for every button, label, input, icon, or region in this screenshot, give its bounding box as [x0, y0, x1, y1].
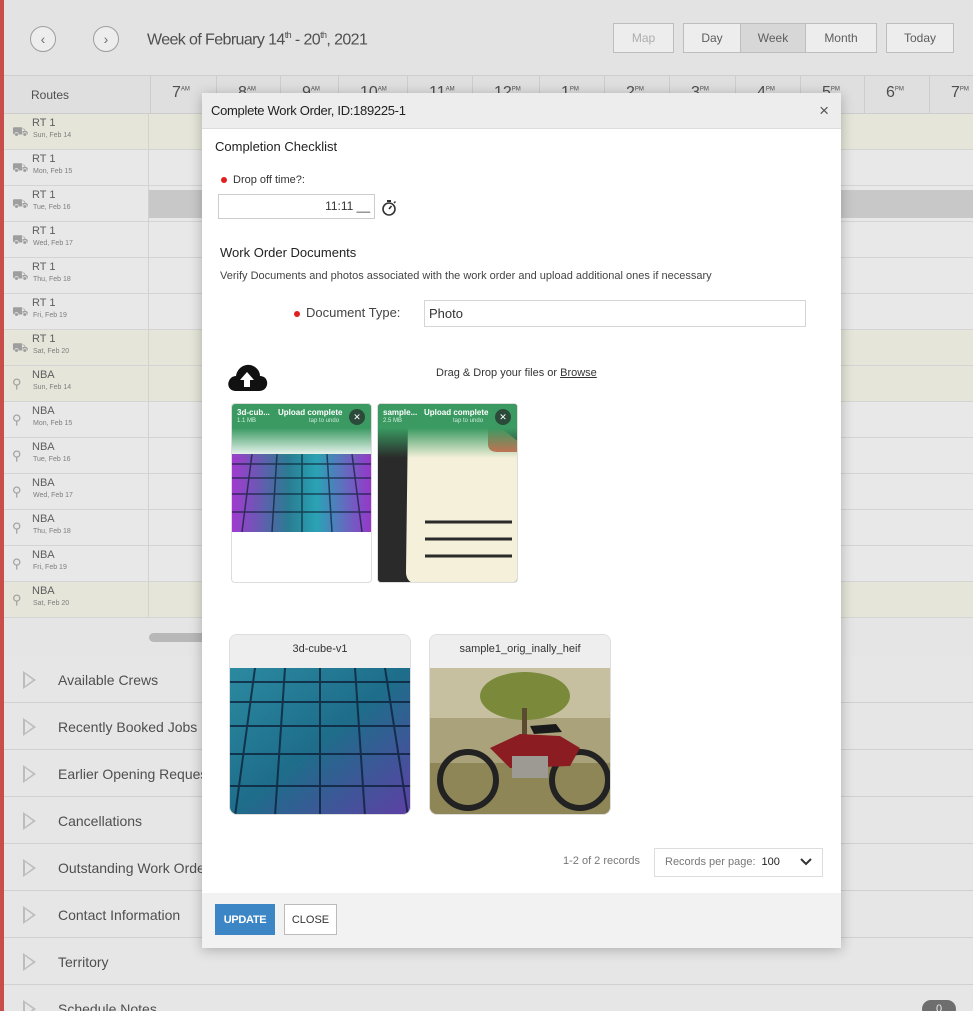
- dropoff-label: Drop off time?:: [221, 174, 305, 186]
- dropoff-time-input[interactable]: 11:11 __: [218, 194, 375, 219]
- upload-item-sample: sample... 2.5 MB Upload complete tap to …: [377, 403, 518, 583]
- document-thumbnail-card[interactable]: sample1_orig_inally_heif: [429, 634, 611, 815]
- thumbnail-title: 3d-cube-v1: [230, 635, 410, 668]
- checklist-title: Completion Checklist: [215, 139, 338, 154]
- documents-title: Work Order Documents: [220, 245, 357, 260]
- drop-zone-text: Drag & Drop your files or Browse: [436, 367, 597, 379]
- chevron-down-icon: [800, 858, 812, 866]
- thumbnail-title: sample1_orig_inally_heif: [430, 635, 610, 668]
- upload-file-size: 1.1 MB: [237, 418, 257, 424]
- documents-description: Verify Documents and photos associated w…: [220, 270, 712, 282]
- upload-file-name: sample...: [383, 408, 418, 417]
- required-indicator: [294, 310, 300, 317]
- upload-undo-hint[interactable]: tap to undo: [309, 418, 339, 424]
- document-type-select[interactable]: Photo: [424, 300, 806, 327]
- motorcycle-thumbnail-image: [430, 668, 610, 814]
- cube-thumbnail-image: [230, 668, 410, 814]
- complete-work-order-modal: Complete Work Order, ID:189225-1 × Compl…: [202, 93, 841, 948]
- close-icon[interactable]: ×: [819, 101, 829, 121]
- close-icon: ✕: [499, 412, 507, 422]
- upload-status-text: Upload complete: [278, 408, 343, 417]
- close-icon: ✕: [353, 412, 361, 422]
- remove-upload-button[interactable]: ✕: [495, 409, 511, 425]
- browse-link[interactable]: Browse: [560, 367, 597, 379]
- document-type-label: Document Type:: [294, 305, 400, 320]
- upload-status-text: Upload complete: [424, 408, 489, 417]
- required-indicator: [221, 177, 227, 184]
- remove-upload-button[interactable]: ✕: [349, 409, 365, 425]
- modal-footer: UPDATE CLOSE: [202, 893, 841, 948]
- close-button[interactable]: CLOSE: [284, 904, 337, 935]
- upload-status-fade: [378, 428, 517, 458]
- records-per-page-select[interactable]: Records per page: 100: [654, 848, 823, 877]
- upload-file-name: 3d-cub...: [237, 408, 270, 417]
- modal-header: Complete Work Order, ID:189225-1 ×: [202, 93, 841, 129]
- cube-image-preview: [232, 454, 371, 532]
- upload-file-size: 2.5 MB: [383, 418, 403, 424]
- update-button[interactable]: UPDATE: [215, 904, 275, 935]
- upload-item-cube: 3d-cub... 1.1 MB Upload complete tap to …: [231, 403, 372, 583]
- modal-title: Complete Work Order, ID:189225-1: [211, 103, 406, 118]
- document-thumbnail-card[interactable]: 3d-cube-v1: [229, 634, 411, 815]
- stopwatch-icon[interactable]: [381, 199, 397, 217]
- records-count: 1-2 of 2 records: [563, 855, 641, 867]
- cloud-upload-icon[interactable]: [226, 361, 268, 393]
- upload-undo-hint[interactable]: tap to undo: [453, 418, 483, 424]
- upload-status-fade: [232, 428, 371, 458]
